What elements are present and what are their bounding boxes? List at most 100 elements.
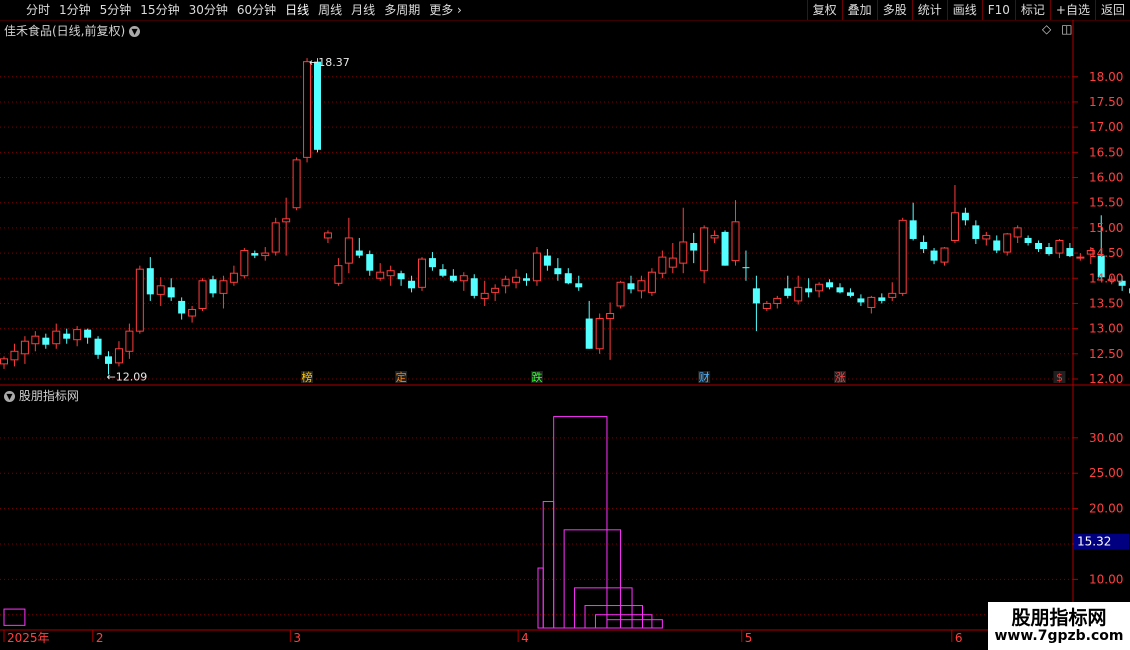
statistics-button[interactable]: 统计	[911, 0, 947, 20]
candle	[63, 333, 71, 339]
candle	[73, 329, 82, 341]
indicator-box	[594, 614, 653, 629]
candle	[700, 227, 709, 272]
candle	[940, 247, 949, 263]
candle	[376, 271, 385, 279]
tab-intraday[interactable]: 分时	[26, 0, 50, 20]
candle	[888, 292, 897, 298]
candle	[156, 285, 165, 295]
overlay-button[interactable]: 叠加	[841, 0, 877, 20]
tab-multi-period[interactable]: 多周期	[384, 0, 420, 20]
candle	[878, 297, 886, 301]
window-icon[interactable]: ◫	[1061, 22, 1072, 36]
indicator-tick-label: 25.00	[1089, 466, 1123, 480]
event-markers[interactable]: 榜 定 跌 财 涨 $	[301, 370, 1066, 384]
candle	[930, 250, 938, 261]
indicator-box	[537, 567, 544, 629]
restore-rights-button[interactable]: 复权	[806, 0, 842, 20]
date-axis: 2025年 2 3 4 5 6	[3, 630, 963, 645]
tab-60min[interactable]: 60分钟	[237, 0, 276, 20]
candlestick-series[interactable]	[0, 58, 1130, 375]
candle	[627, 283, 635, 290]
date-tick-label: 3	[293, 631, 301, 645]
back-button[interactable]: 返回	[1094, 0, 1130, 20]
candle	[408, 280, 416, 289]
candle	[428, 258, 436, 268]
panel-frame	[0, 20, 1130, 650]
candle	[721, 231, 729, 266]
candle	[84, 329, 92, 338]
indicator-box	[3, 608, 26, 626]
candle	[366, 254, 374, 271]
price-tick-label: 16.00	[1089, 171, 1123, 185]
chevron-down-icon[interactable]: ▼	[4, 391, 15, 402]
indicator-tick-label: 10.00	[1089, 572, 1123, 586]
candle	[10, 350, 19, 361]
tab-15min[interactable]: 15分钟	[140, 0, 179, 20]
candle	[554, 268, 562, 275]
candle	[826, 282, 834, 288]
f10-button[interactable]: F10	[981, 0, 1015, 20]
price-tick-label: 16.50	[1089, 145, 1123, 159]
candle	[658, 256, 667, 274]
price-tick-label: 13.00	[1089, 322, 1123, 336]
date-tick-label: 5	[745, 631, 753, 645]
date-tick-label: 6	[955, 631, 963, 645]
add-watchlist-button[interactable]: +自选	[1049, 0, 1095, 20]
candle	[397, 273, 405, 280]
tab-5min[interactable]: 5分钟	[100, 0, 132, 20]
main-panel-title: 佳禾食品(日线,前复权)	[4, 24, 126, 38]
indicator-box	[553, 416, 608, 629]
price-tick-label: 17.00	[1089, 120, 1123, 134]
candle	[898, 219, 907, 294]
min-price-label: ←12.09	[107, 370, 148, 383]
tab-30min[interactable]: 30分钟	[189, 0, 228, 20]
event-marker: 财	[699, 370, 710, 384]
candle	[261, 252, 270, 257]
toolbar-actions: 复权 叠加 多股 统计 画线 F10 标记 +自选 返回	[806, 0, 1130, 20]
candle	[909, 220, 917, 239]
chevron-down-icon[interactable]: ▼	[129, 26, 141, 37]
candle	[31, 335, 40, 345]
candle	[616, 281, 625, 307]
candle	[805, 288, 813, 293]
tab-daily[interactable]: 日线	[285, 0, 309, 20]
candle	[543, 255, 551, 266]
draw-line-button[interactable]: 画线	[946, 0, 982, 20]
candle	[1003, 233, 1012, 253]
candle	[386, 270, 395, 277]
candle	[198, 280, 207, 309]
price-tick-label: 13.50	[1089, 296, 1123, 310]
candle	[459, 275, 468, 282]
price-axis: 18.00 17.50 17.00 16.50 16.00 15.50 15.00 14.50…	[1073, 70, 1123, 386]
candle	[251, 253, 259, 256]
candle	[94, 338, 102, 355]
indicator-tick-label: 20.00	[1089, 502, 1123, 516]
tab-weekly[interactable]: 周线	[318, 0, 342, 20]
candle	[846, 292, 854, 296]
tab-1min[interactable]: 1分钟	[59, 0, 91, 20]
mark-button[interactable]: 标记	[1014, 0, 1050, 20]
multi-stock-button[interactable]: 多股	[876, 0, 912, 20]
stock-chart[interactable]: ←18.37 ←12.09 榜 定 跌 财 涨 $ 18.00 17.50 17.00 16.50…	[0, 20, 1130, 650]
candle	[470, 278, 478, 296]
candle	[178, 300, 186, 314]
candle	[1055, 239, 1064, 254]
candle	[972, 225, 980, 239]
period-tabs: 分时 1分钟 5分钟 15分钟 30分钟 60分钟 日线 周线 月线 多周期 更…	[26, 0, 471, 20]
indicator-tick-label: 30.00	[1089, 431, 1123, 445]
candle	[271, 222, 280, 253]
candle	[961, 212, 969, 221]
diamond-icon[interactable]: ◇	[1042, 22, 1051, 36]
candle	[647, 271, 656, 293]
candle	[418, 258, 426, 288]
watermark-title: 股朋指标网	[1011, 607, 1107, 629]
price-annotations: ←18.37 ←12.09	[107, 56, 350, 383]
candle	[146, 268, 154, 295]
tab-more[interactable]: 更多 ›	[429, 0, 462, 20]
candle	[449, 275, 457, 281]
candle	[1045, 247, 1053, 255]
candle	[564, 273, 572, 284]
candle	[105, 356, 112, 364]
tab-monthly[interactable]: 月线	[351, 0, 375, 20]
